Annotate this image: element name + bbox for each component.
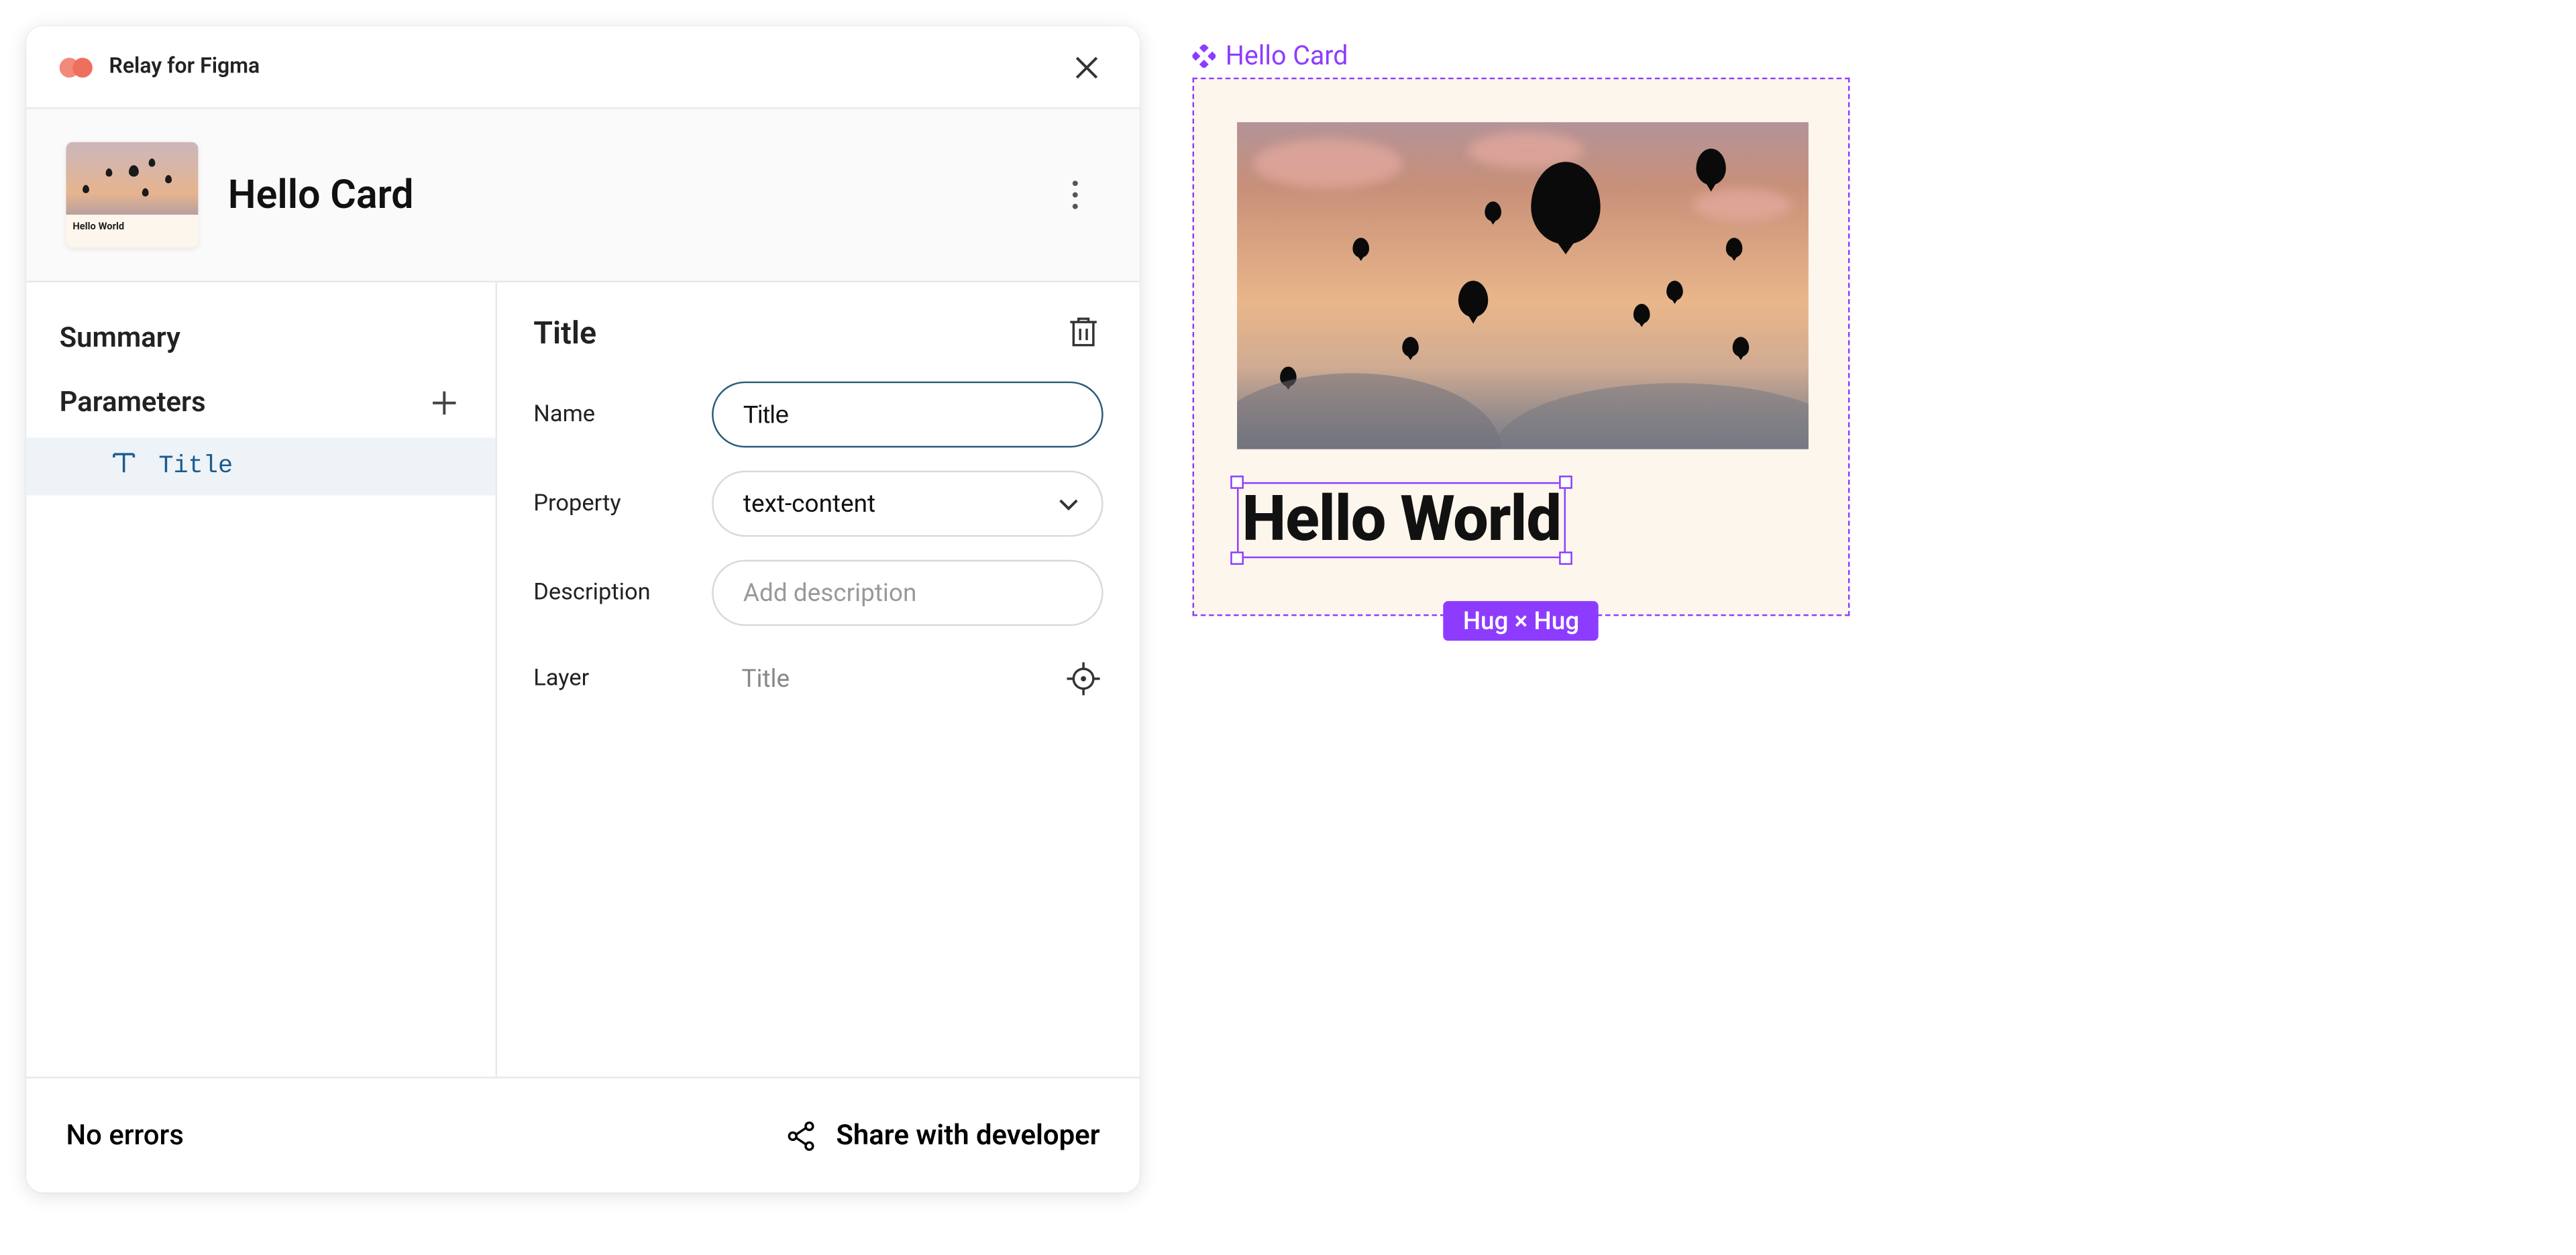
plus-icon: [431, 390, 458, 416]
target-icon: [1067, 662, 1099, 695]
field-label-layer: Layer: [533, 665, 686, 692]
card-thumbnail: Hello World: [66, 142, 198, 248]
delete-parameter-button[interactable]: [1064, 312, 1104, 351]
panel-titlebar: Relay for Figma: [26, 26, 1139, 109]
description-input[interactable]: Add description: [712, 560, 1103, 626]
brand-name: Relay for Figma: [109, 54, 260, 79]
field-label-description: Description: [533, 580, 686, 606]
close-button[interactable]: [1067, 47, 1106, 87]
component-label[interactable]: Hello Card: [1193, 40, 1850, 71]
component-frame[interactable]: Hello World Hug × Hug: [1193, 78, 1850, 616]
selected-text-layer[interactable]: Hello World: [1237, 482, 1566, 558]
share-icon: [787, 1120, 816, 1150]
panel-body: Summary Parameters Title Title: [26, 282, 1139, 1077]
canvas-component: Hello Card Hel: [1193, 40, 1850, 616]
resize-handle-tr[interactable]: [1559, 476, 1572, 489]
field-label-property: Property: [533, 490, 686, 516]
plugin-panel: Relay for Figma Hello World Hello Card: [26, 26, 1139, 1192]
name-input[interactable]: [712, 382, 1103, 447]
property-value: text-content: [743, 489, 875, 519]
more-button[interactable]: [1051, 170, 1100, 220]
trash-icon: [1069, 315, 1098, 348]
resize-handle-br[interactable]: [1559, 551, 1572, 565]
more-vertical-icon: [1072, 180, 1079, 209]
brand-logo-icon: [60, 55, 96, 78]
parameters-label: Parameters: [60, 386, 206, 419]
thumb-caption: Hello World: [66, 215, 198, 239]
details-pane: Title Name Property text-content: [497, 282, 1140, 1077]
field-label-name: Name: [533, 401, 686, 427]
details-heading: Title: [533, 313, 596, 351]
resize-handle-tl[interactable]: [1230, 476, 1244, 489]
brand: Relay for Figma: [60, 54, 260, 79]
add-parameter-button[interactable]: [426, 385, 462, 421]
component-icon: [1193, 44, 1216, 66]
share-with-developer-button[interactable]: Share with developer: [787, 1119, 1100, 1152]
panel-footer: No errors Share with developer: [26, 1077, 1139, 1192]
parameter-name: Title: [158, 453, 233, 481]
parameter-item-title[interactable]: Title: [26, 437, 495, 495]
card-title: Hello Card: [228, 172, 414, 218]
resize-handle-bl[interactable]: [1230, 551, 1244, 565]
sidebar: Summary Parameters Title: [26, 282, 497, 1077]
card-header: Hello World Hello Card: [26, 109, 1139, 282]
locate-layer-button[interactable]: [1064, 659, 1104, 698]
close-icon: [1073, 54, 1099, 80]
resize-badge: Hug × Hug: [1443, 601, 1599, 641]
component-name: Hello Card: [1226, 40, 1348, 71]
text-content: Hello World: [1242, 484, 1560, 556]
property-select[interactable]: text-content: [712, 471, 1103, 537]
sidebar-section-summary[interactable]: Summary: [26, 309, 495, 368]
layer-value: Title: [712, 664, 1037, 694]
text-type-icon: [112, 451, 135, 482]
share-label: Share with developer: [836, 1119, 1099, 1152]
status-text: No errors: [66, 1119, 183, 1152]
sidebar-section-parameters: Parameters: [26, 368, 495, 437]
description-placeholder: Add description: [743, 578, 916, 608]
chevron-down-icon: [1059, 489, 1079, 519]
hero-image: [1237, 122, 1809, 449]
